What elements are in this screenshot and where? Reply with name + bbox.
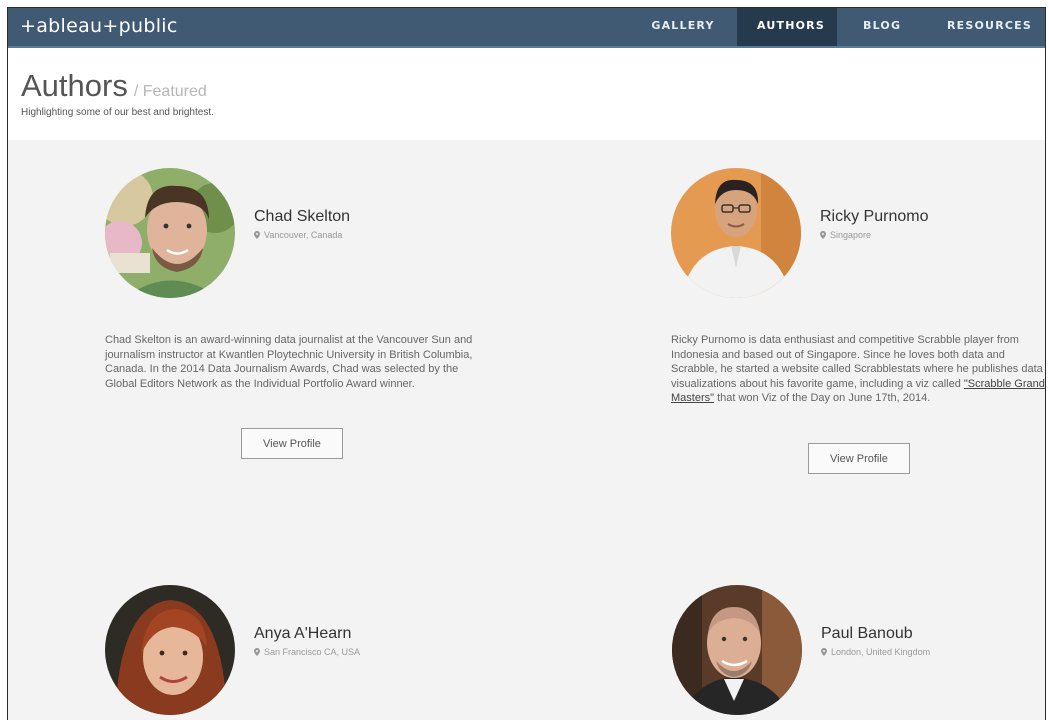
view-profile-button[interactable]: View Profile — [808, 443, 910, 474]
page-subtitle: Featured — [142, 83, 207, 100]
author-photo — [105, 585, 235, 715]
author-bio: Ricky Purnomo is data enthusiast and com… — [671, 333, 1045, 406]
author-avatar[interactable] — [105, 585, 235, 715]
top-navigation-bar: +ableau+public GALLERY AUTHORS BLOG RESO… — [8, 8, 1045, 48]
nav-gallery[interactable]: GALLERY — [629, 8, 737, 46]
page-title-row: Authors / Featured — [21, 68, 207, 104]
author-location-text: London, United Kingdom — [831, 647, 931, 657]
author-bio-text-end: that won Viz of the Day on June 17th, 20… — [714, 392, 931, 404]
author-name[interactable]: Chad Skelton — [254, 208, 350, 226]
author-card: Paul Banoub London, United Kingdom — [672, 585, 1045, 720]
author-location: Singapore — [820, 230, 871, 240]
nav-resources[interactable]: RESOURCES — [925, 8, 1045, 46]
author-photo — [671, 168, 801, 298]
author-photo — [672, 585, 802, 715]
map-pin-icon — [254, 231, 260, 239]
author-bio: Chad Skelton is an award-winning data jo… — [105, 334, 473, 390]
author-location-text: San Francisco CA, USA — [264, 647, 361, 657]
author-name[interactable]: Ricky Purnomo — [820, 208, 928, 226]
page-tagline: Highlighting some of our best and bright… — [21, 107, 214, 118]
author-location-text: Vancouver, Canada — [264, 230, 343, 240]
nav-authors[interactable]: AUTHORS — [737, 8, 837, 46]
author-location: San Francisco CA, USA — [254, 647, 360, 657]
map-pin-icon — [254, 648, 260, 656]
author-location: London, United Kingdom — [821, 647, 930, 657]
view-profile-button[interactable]: View Profile — [241, 428, 343, 459]
map-pin-icon — [820, 231, 826, 239]
page-header: Authors / Featured Highlighting some of o… — [8, 48, 1045, 140]
nav-blog[interactable]: BLOG — [837, 8, 925, 46]
author-card: Anya A'Hearn San Francisco CA, USA — [105, 585, 485, 720]
author-avatar[interactable] — [672, 585, 802, 715]
author-name[interactable]: Anya A'Hearn — [254, 625, 351, 643]
author-name[interactable]: Paul Banoub — [821, 625, 913, 643]
map-pin-icon — [821, 648, 827, 656]
tableau-public-logo[interactable]: +ableau+public — [20, 15, 178, 37]
author-card: Chad Skelton Vancouver, Canada Chad Skel… — [105, 168, 485, 468]
author-avatar[interactable] — [105, 168, 235, 298]
author-card: Ricky Purnomo Singapore Ricky Purnomo is… — [671, 168, 1045, 488]
author-location-text: Singapore — [830, 230, 872, 240]
page-title: Authors — [21, 68, 128, 103]
main-nav: GALLERY AUTHORS BLOG RESOURCES — [629, 8, 1045, 46]
author-avatar[interactable] — [671, 168, 801, 298]
author-location: Vancouver, Canada — [254, 230, 342, 240]
browser-viewport: +ableau+public GALLERY AUTHORS BLOG RESO… — [7, 7, 1046, 720]
author-photo — [105, 168, 235, 298]
breadcrumb-separator: / — [133, 83, 139, 100]
